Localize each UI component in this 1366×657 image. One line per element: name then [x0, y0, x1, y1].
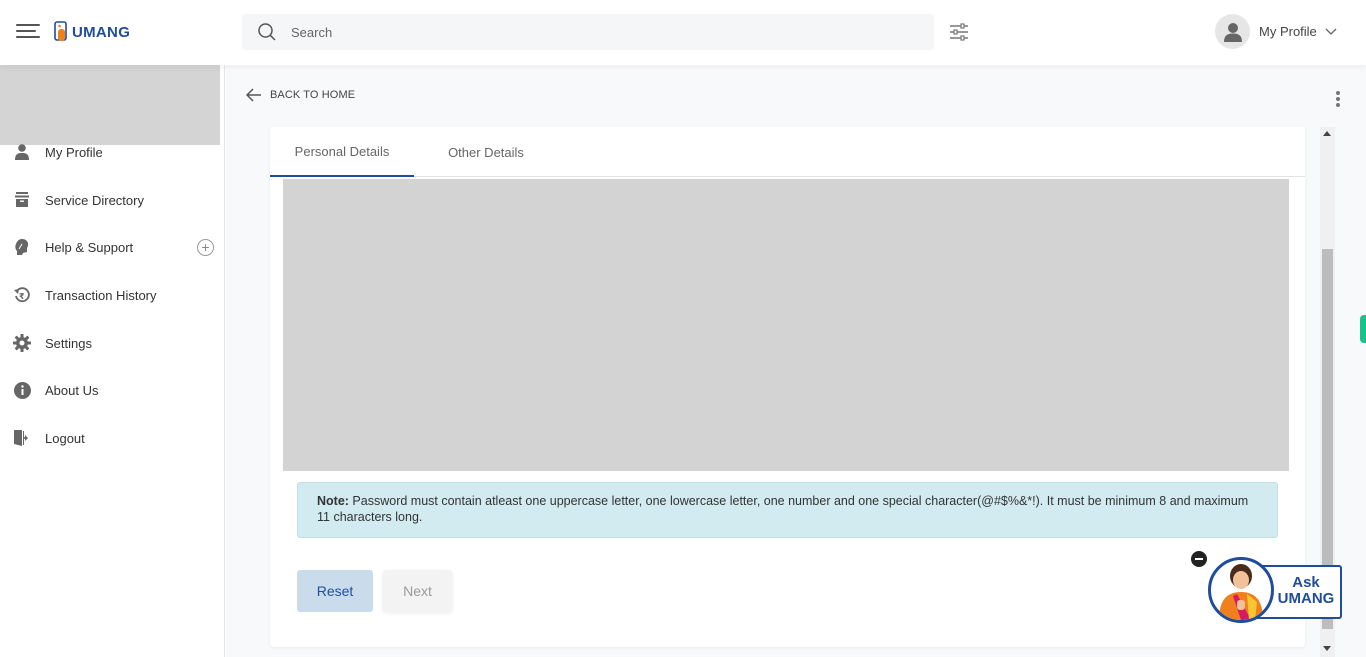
next-button[interactable]: Next: [383, 570, 452, 612]
arrow-left-icon: [246, 88, 261, 102]
tab-bar: Personal Details Other Details: [270, 127, 1305, 177]
hamburger-menu-icon[interactable]: [16, 24, 40, 42]
support-icon: [12, 237, 32, 257]
scroll-up-arrow-icon[interactable]: [1323, 131, 1331, 136]
sidebar: My Profile Service Directory Help & Supp…: [0, 53, 225, 657]
tab-label: Personal Details: [294, 143, 390, 159]
logo-text: UMANG: [72, 23, 131, 41]
user-avatar-icon: [1223, 22, 1242, 42]
scroll-down-arrow-icon[interactable]: [1323, 646, 1331, 651]
note-text: Password must contain atleast one upperc…: [317, 494, 1249, 524]
sidebar-item-label: Logout: [45, 430, 85, 446]
tab-personal-details[interactable]: Personal Details: [270, 127, 414, 177]
assistant-woman-icon: [1219, 564, 1263, 620]
more-options-icon[interactable]: [1336, 91, 1342, 109]
tab-other-details[interactable]: Other Details: [430, 127, 542, 177]
sidebar-item-help-support[interactable]: Help & Support +: [0, 232, 225, 262]
gear-icon: [12, 333, 32, 353]
sidebar-item-my-profile[interactable]: My Profile: [0, 137, 225, 167]
profile-form-card: Personal Details Other Details Note: Pas…: [270, 127, 1305, 647]
user-icon: [12, 142, 32, 162]
feedback-side-tab[interactable]: [1360, 315, 1366, 343]
ask-umang-chatbot[interactable]: Ask UMANG: [1190, 545, 1350, 627]
sidebar-profile-banner-redacted: [0, 53, 220, 145]
filter-sliders-icon[interactable]: [949, 22, 969, 47]
note-label: Note:: [317, 494, 349, 508]
profile-menu[interactable]: My Profile: [1215, 14, 1337, 49]
profile-name: My Profile: [1259, 24, 1317, 39]
info-icon: [12, 380, 32, 400]
sidebar-item-label: My Profile: [45, 144, 103, 160]
sidebar-item-transaction-history[interactable]: ₹ Transaction History: [0, 280, 225, 310]
archive-icon: [12, 190, 32, 210]
avatar: [1215, 14, 1250, 49]
back-label: BACK TO HOME: [270, 89, 356, 101]
sidebar-item-label: About Us: [45, 382, 99, 398]
sidebar-item-service-directory[interactable]: Service Directory: [0, 185, 225, 215]
sidebar-item-label: Service Directory: [45, 192, 144, 208]
sidebar-item-label: Help & Support: [45, 239, 134, 255]
sidebar-item-logout[interactable]: Logout: [0, 423, 225, 453]
redacted-form-fields: [283, 179, 1289, 471]
tab-label: Other Details: [448, 144, 524, 160]
chatbot-label: Ask UMANG: [1273, 575, 1339, 607]
search-input[interactable]: [291, 24, 891, 40]
sidebar-item-label: Settings: [45, 335, 92, 351]
rupee-history-icon: ₹: [12, 285, 32, 305]
chatbot-label-line1: Ask: [1292, 574, 1320, 591]
sidebar-item-settings[interactable]: Settings: [0, 328, 225, 358]
expand-plus-icon[interactable]: +: [197, 238, 214, 256]
back-to-home-link[interactable]: BACK TO HOME: [246, 88, 355, 102]
search-bar[interactable]: [242, 14, 934, 50]
svg-text:₹: ₹: [19, 292, 25, 301]
reset-button[interactable]: Reset: [297, 570, 373, 612]
sidebar-item-label: Transaction History: [45, 287, 157, 303]
sidebar-item-about-us[interactable]: About Us: [0, 375, 225, 405]
logout-icon: [12, 428, 32, 448]
password-note: Note: Password must contain atleast one …: [297, 482, 1278, 538]
umang-phone-icon: [54, 21, 67, 41]
chatbot-label-line2: UMANG: [1277, 590, 1335, 607]
top-header: UMANG My Profile: [0, 0, 1366, 65]
minimize-chatbot-icon[interactable]: [1191, 551, 1207, 567]
chevron-down-icon: [1325, 28, 1337, 35]
chatbot-avatar: [1208, 557, 1274, 623]
umang-logo[interactable]: UMANG: [54, 21, 130, 43]
search-icon: [258, 23, 276, 41]
